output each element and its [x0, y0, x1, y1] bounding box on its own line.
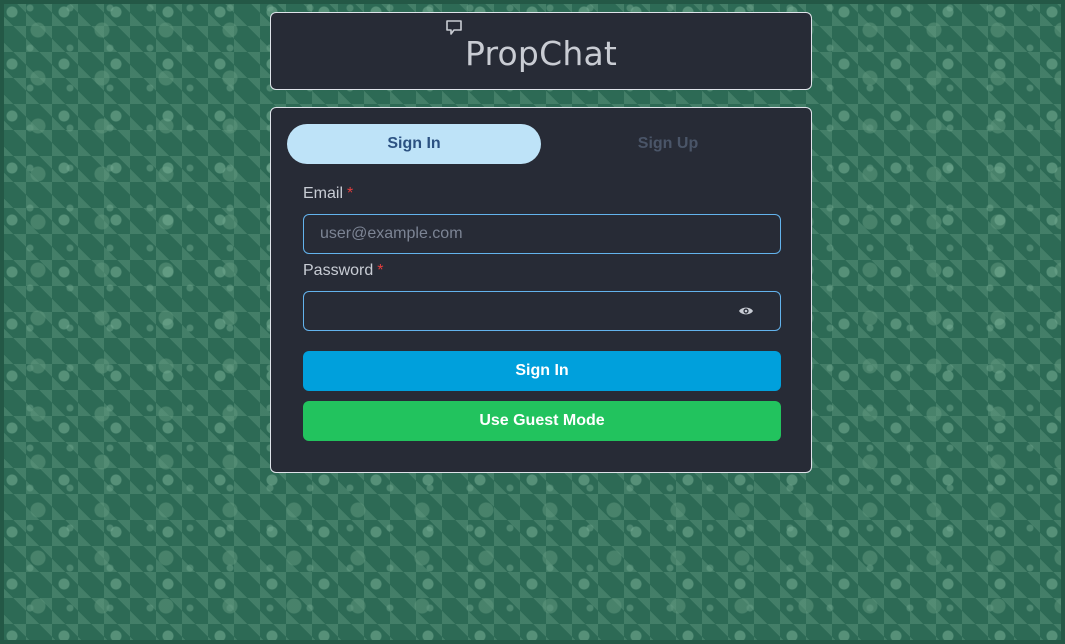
auth-tabs: Sign In Sign Up [287, 124, 795, 164]
required-marker: * [377, 262, 384, 279]
email-field[interactable] [304, 215, 780, 253]
app-title: PropChat [464, 33, 618, 73]
tab-sign-in[interactable]: Sign In [287, 124, 541, 164]
email-label-text: Email [303, 185, 344, 202]
password-label-text: Password [303, 262, 374, 279]
sign-in-button[interactable]: Sign In [303, 351, 781, 391]
email-label: Email * [303, 185, 353, 203]
email-field-wrapper [303, 214, 781, 254]
chat-bubble-icon [446, 19, 462, 35]
guest-mode-button[interactable]: Use Guest Mode [303, 401, 781, 441]
required-marker: * [347, 185, 354, 202]
brand: PropChat [446, 19, 618, 73]
password-label: Password * [303, 262, 383, 280]
tab-sign-up[interactable]: Sign Up [541, 124, 795, 164]
password-field-wrapper [303, 291, 781, 331]
password-field[interactable] [304, 292, 780, 330]
eye-icon[interactable] [738, 305, 754, 317]
app-header: PropChat [270, 12, 812, 90]
auth-card: Sign In Sign Up Email* Password* Sign In… [270, 107, 812, 473]
